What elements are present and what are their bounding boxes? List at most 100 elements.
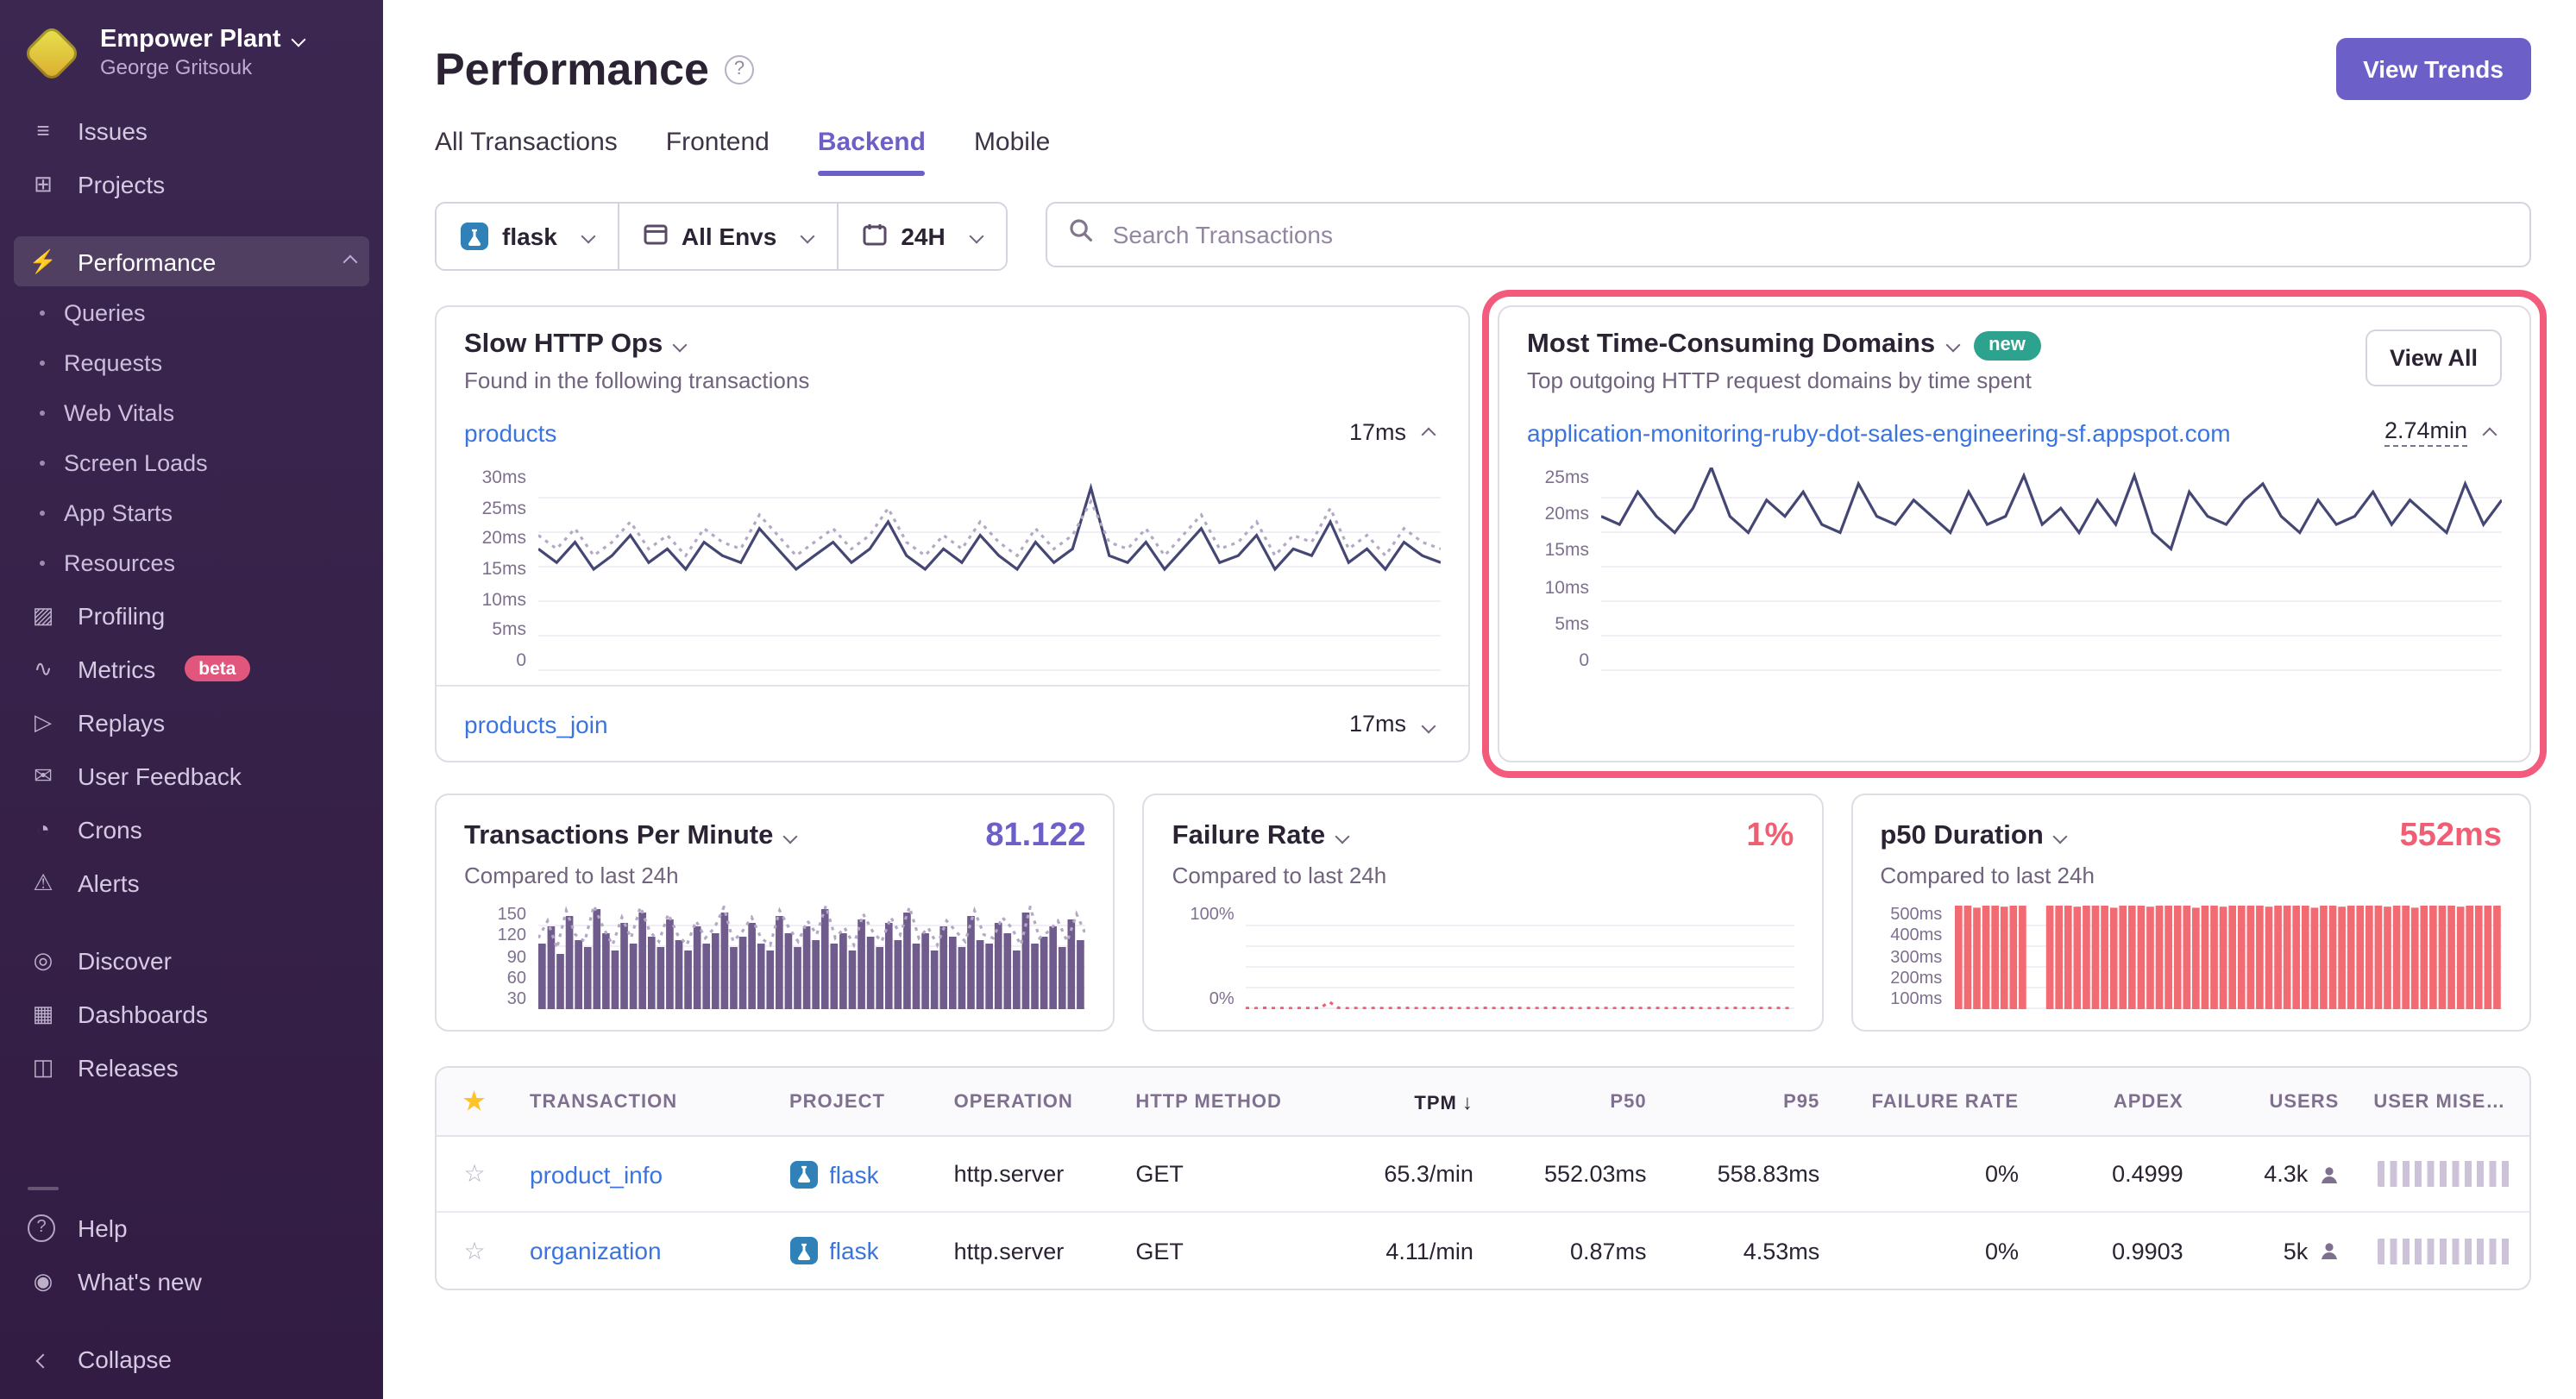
tab-mobile[interactable]: Mobile [974,128,1050,176]
time-spent-value[interactable]: 2.74min [2384,417,2467,447]
sidebar-item-performance[interactable]: ⚡ Performance [14,236,369,286]
column-header-failure-rate[interactable]: FAILURE RATE [1837,1091,2036,1112]
domains-title[interactable]: Most Time-Consuming Domains new [1527,329,2041,361]
sidebar-item-crons[interactable]: ◔ Crons [14,804,369,854]
user-icon [2318,1240,2339,1261]
sidebar: Empower Plant George Gritsouk ≡ Issues ⊞… [0,0,383,1399]
y-axis-labels: 30ms25ms20ms15ms10ms5ms0 [454,467,526,671]
divider [28,1187,59,1190]
sidebar-item-metrics[interactable]: ∿ Metrics beta [14,643,369,693]
sidebar-item-discover[interactable]: ◎ Discover [14,935,369,985]
project-link[interactable]: flask [829,1160,879,1188]
card-subtitle: Compared to last 24h [464,863,1086,888]
sidebar-item-replays[interactable]: ▷ Replays [14,697,369,747]
sidebar-item-profiling[interactable]: ▨ Profiling [14,590,369,640]
view-trends-button[interactable]: View Trends [2335,38,2531,100]
filter-bar: flask All Envs 24H [435,202,2531,271]
sort-desc-icon: ↓ [1462,1089,1473,1114]
transaction-link-products[interactable]: products [464,418,556,446]
starred-column-header[interactable]: ★ [437,1087,512,1116]
sidebar-item-help[interactable]: ? Help [14,1202,369,1252]
collapse-toggle-button[interactable] [1417,414,1441,450]
sidebar-item-label: What's new [78,1267,202,1295]
sidebar-item-whats-new[interactable]: ◉ What's new [14,1256,369,1306]
discover-icon: ◎ [28,946,59,974]
sidebar-item-web-vitals[interactable]: Web Vitals [14,388,369,438]
date-range-filter[interactable]: 24H [839,204,1005,269]
org-switcher[interactable]: Empower Plant George Gritsouk [0,0,383,104]
stats-row: Transactions Per Minute 81.122 Compared … [435,794,2531,1032]
chevron-down-icon [1335,830,1350,844]
column-header-http-method[interactable]: HTTP METHOD [1118,1091,1309,1112]
sidebar-item-projects[interactable]: ⊞ Projects [14,159,369,209]
tab-backend[interactable]: Backend [818,128,926,176]
sidebar-item-dashboards[interactable]: ▦ Dashboards [14,988,369,1038]
performance-icon: ⚡ [28,248,59,275]
slow-http-ops-title[interactable]: Slow HTTP Ops [464,329,1441,361]
chart-area: 150120906030 [464,906,1086,1009]
profiling-icon: ▨ [28,601,59,629]
sidebar-item-resources[interactable]: Resources [14,538,369,588]
transaction-link[interactable]: organization [530,1237,662,1264]
sidebar-item-user-feedback[interactable]: ✉ User Feedback [14,750,369,800]
flask-project-icon [789,1160,817,1188]
chevron-down-icon [1422,719,1436,734]
column-header-tpm[interactable]: TPM↓ [1309,1089,1491,1114]
collapse-toggle-button[interactable] [2478,414,2502,450]
sidebar-item-app-starts[interactable]: App Starts [14,488,369,538]
table-row: ☆ organization flask http.server GET 4.1… [437,1213,2529,1289]
failure-rate-title[interactable]: Failure Rate [1172,821,1348,852]
view-all-button[interactable]: View All [2366,329,2502,386]
tpm-chart [538,906,1086,1009]
sidebar-item-label: User Feedback [78,762,242,789]
star-icon[interactable]: ☆ [463,1236,485,1264]
column-header-transaction[interactable]: TRANSACTION [512,1091,772,1112]
p50-duration-chart [1954,906,2502,1009]
help-icon[interactable]: ? [725,54,754,84]
p50-duration-card: p50 Duration 552ms Compared to last 24h … [1850,794,2531,1032]
sidebar-item-label: Resources [64,550,175,576]
sidebar-item-label: Dashboards [78,1000,208,1027]
column-header-p95[interactable]: P95 [1664,1091,1838,1112]
sidebar-item-requests[interactable]: Requests [14,338,369,388]
p50-cell: 0.87ms [1491,1238,1664,1264]
tpm-title[interactable]: Transactions Per Minute [464,821,795,852]
tab-frontend[interactable]: Frontend [666,128,770,176]
sidebar-item-queries[interactable]: Queries [14,288,369,338]
domain-link[interactable]: application-monitoring-ruby-dot-sales-en… [1527,418,2231,446]
sidebar-collapse-button[interactable]: Collapse [14,1333,369,1383]
project-link[interactable]: flask [829,1237,879,1264]
star-icon[interactable]: ☆ [463,1159,485,1187]
replays-icon: ▷ [28,708,59,736]
dashboards-icon: ▦ [28,1000,59,1027]
tpm-value: 81.122 [985,818,1085,856]
sidebar-item-issues[interactable]: ≡ Issues [14,105,369,155]
chevron-up-icon [343,254,358,269]
column-header-apdex[interactable]: APDEX [2036,1091,2201,1112]
calendar-icon [863,222,887,251]
transaction-link-products-join[interactable]: products_join [464,710,608,737]
apdex-cell: 0.4999 [2036,1161,2201,1187]
column-header-project[interactable]: PROJECT [772,1091,937,1112]
bullet-icon [40,411,45,416]
sidebar-item-releases[interactable]: ◫ Releases [14,1042,369,1092]
column-header-operation[interactable]: OPERATION [937,1091,1119,1112]
environment-filter[interactable]: All Envs [619,204,839,269]
column-header-user-misery[interactable]: USER MISERY [2356,1091,2529,1112]
card-subtitle: Compared to last 24h [1172,863,1794,888]
expand-toggle-button[interactable] [1417,706,1441,742]
column-header-users[interactable]: USERS [2201,1091,2357,1112]
sidebar-item-screen-loads[interactable]: Screen Loads [14,438,369,488]
failure-rate-chart [1247,906,1794,1009]
sidebar-item-alerts[interactable]: ⚠ Alerts [14,857,369,907]
sidebar-item-label: Replays [78,708,165,736]
search-input[interactable] [1109,219,2509,250]
chevron-down-icon [783,830,798,844]
tab-all-transactions[interactable]: All Transactions [435,128,618,176]
project-filter[interactable]: flask [437,204,619,269]
p50-duration-title[interactable]: p50 Duration [1880,821,2065,852]
transaction-link[interactable]: product_info [530,1160,663,1188]
transactions-table: ★ TRANSACTION PROJECT OPERATION HTTP MET… [435,1066,2531,1290]
column-header-p50[interactable]: P50 [1491,1091,1664,1112]
chevron-up-icon [1422,428,1436,442]
